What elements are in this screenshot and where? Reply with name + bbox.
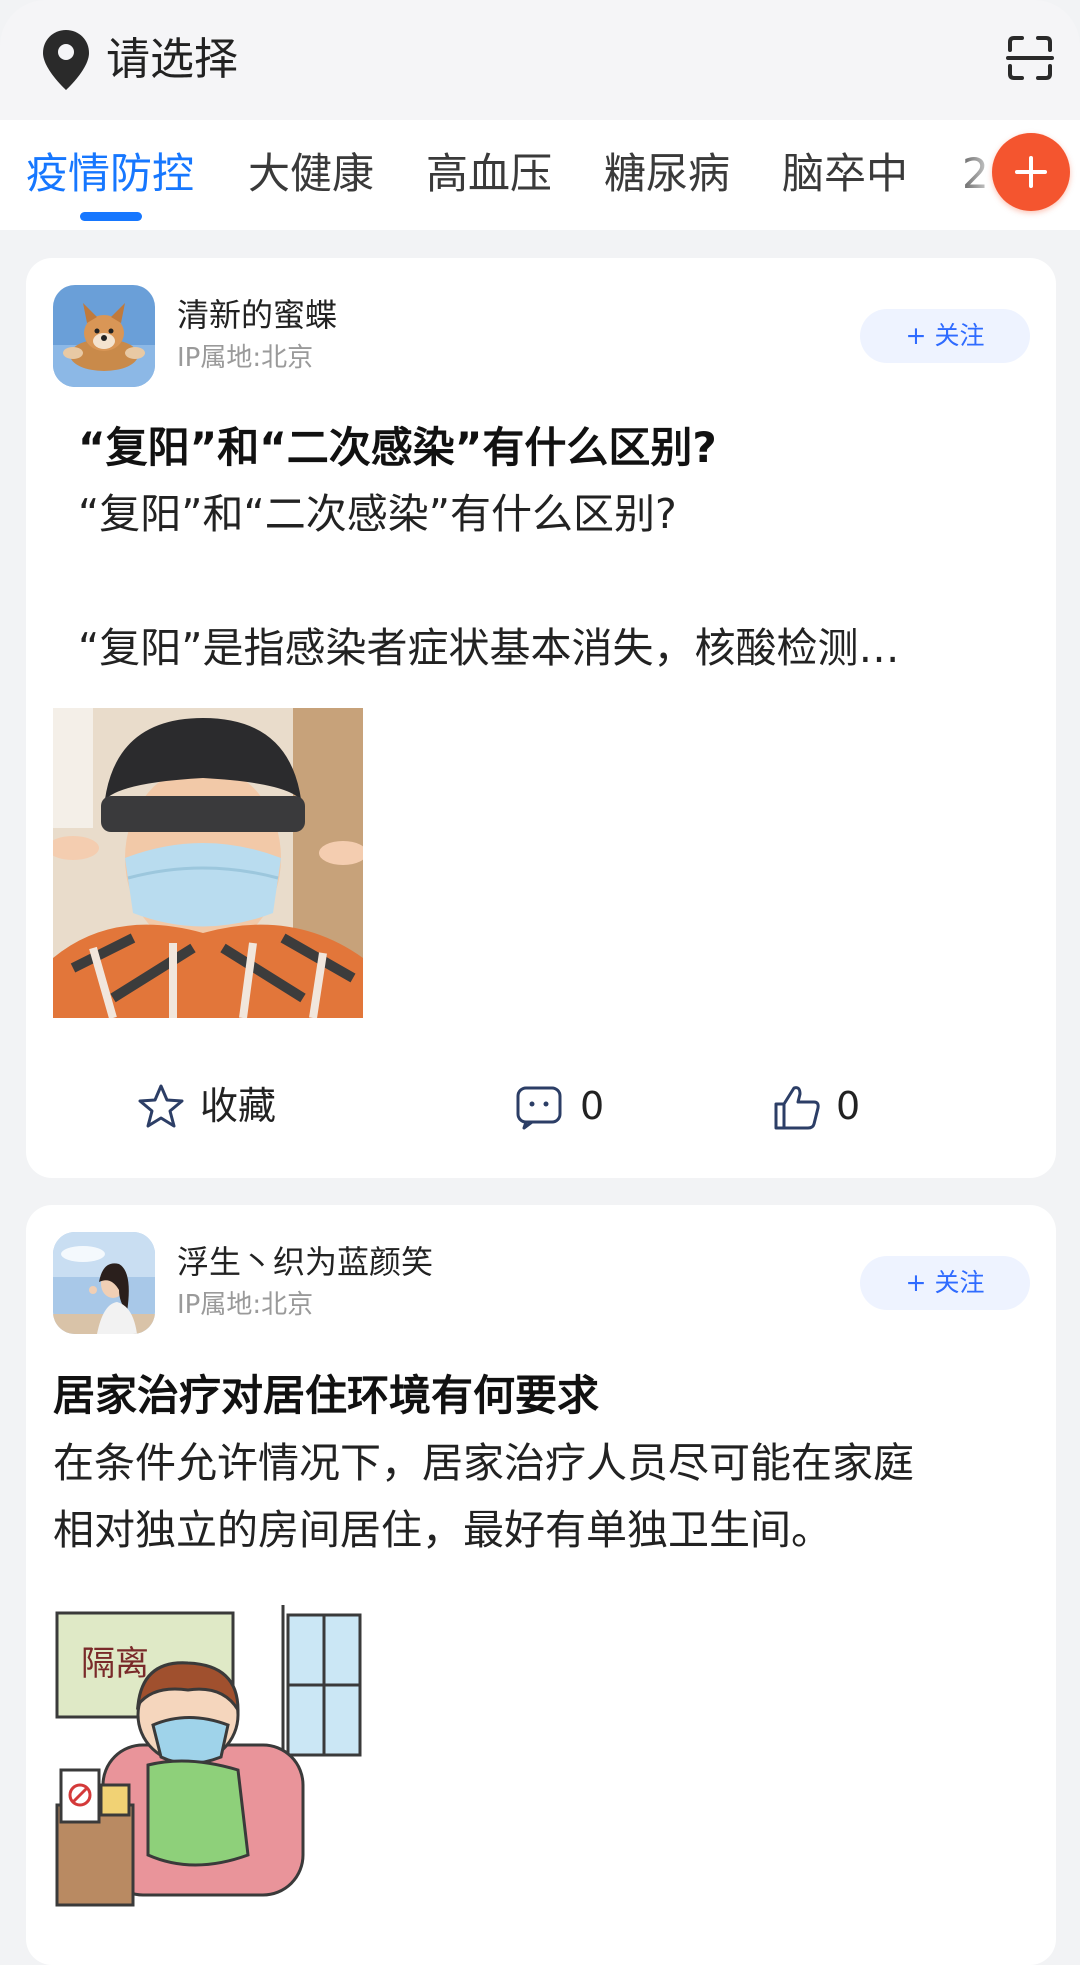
author-ip-location: IP属地:北京 — [177, 1290, 314, 1320]
post-body-line: 在条件允许情况下，居家治疗人员尽可能在家庭 — [53, 1439, 914, 1487]
like-button[interactable]: 0 — [772, 1078, 892, 1138]
isolation-sign-text: 隔离 — [81, 1644, 149, 1684]
post-body-line: 相对独立的房间居住，最好有单独卫生间。 — [53, 1506, 832, 1554]
location-pin-icon[interactable] — [40, 28, 92, 92]
favorite-button[interactable]: 收藏 — [136, 1078, 326, 1138]
tab-stroke[interactable]: 脑卒中 — [782, 146, 908, 202]
author-name[interactable]: 浮生丶织为蓝颜笑 — [177, 1241, 433, 1283]
tab-epidemic-control[interactable]: 疫情防控 — [26, 146, 194, 202]
post-image[interactable]: 隔离 — [53, 1605, 363, 1915]
location-selector[interactable]: 请选择 — [106, 32, 238, 88]
post-title[interactable]: “复阳”和“二次感染”有什么区别? — [78, 420, 717, 476]
post-card[interactable]: 浮生丶织为蓝颜笑 IP属地:北京 + 关注 居家治疗对居住环境有何要求 在条件允… — [26, 1205, 1056, 1965]
top-bar: 请选择 — [0, 0, 1080, 120]
scan-icon[interactable] — [1006, 34, 1054, 82]
tab-hypertension[interactable]: 高血压 — [426, 146, 552, 202]
comment-button[interactable]: 0 — [514, 1078, 634, 1138]
post-body-line: “复阳”和“二次感染”有什么区别? — [78, 490, 677, 538]
post-image[interactable] — [53, 708, 363, 1018]
star-icon — [138, 1084, 184, 1128]
post-card[interactable]: 清新的蜜蝶 IP属地:北京 + 关注 “复阳”和“二次感染”有什么区别? “复阳… — [26, 258, 1056, 1178]
category-tabs: 疫情防控 大健康 高血压 糖尿病 脑卒中 2 — [0, 120, 1080, 230]
comment-count: 0 — [580, 1084, 605, 1128]
follow-button[interactable]: + 关注 — [860, 1256, 1030, 1310]
add-category-button[interactable] — [992, 133, 1070, 211]
tab-health[interactable]: 大健康 — [248, 146, 374, 202]
author-avatar[interactable] — [53, 285, 155, 387]
post-title[interactable]: 居家治疗对居住环境有何要求 — [53, 1368, 599, 1424]
girl-avatar-image — [53, 1232, 155, 1334]
home-isolation-illustration: 隔离 — [53, 1605, 363, 1915]
comment-icon — [516, 1086, 562, 1130]
post-body-line: “复阳”是指感染者症状基本消失，核酸检测… — [78, 624, 900, 672]
dog-avatar-image — [53, 285, 155, 387]
active-tab-indicator — [80, 212, 142, 221]
favorite-label: 收藏 — [200, 1084, 277, 1128]
masked-person-image — [53, 708, 363, 1018]
author-name[interactable]: 清新的蜜蝶 — [177, 294, 337, 336]
like-count: 0 — [836, 1084, 861, 1128]
follow-button[interactable]: + 关注 — [860, 309, 1030, 363]
author-avatar[interactable] — [53, 1232, 155, 1334]
thumbs-up-icon — [774, 1086, 820, 1130]
author-ip-location: IP属地:北京 — [177, 343, 314, 373]
tab-diabetes[interactable]: 糖尿病 — [604, 146, 730, 202]
